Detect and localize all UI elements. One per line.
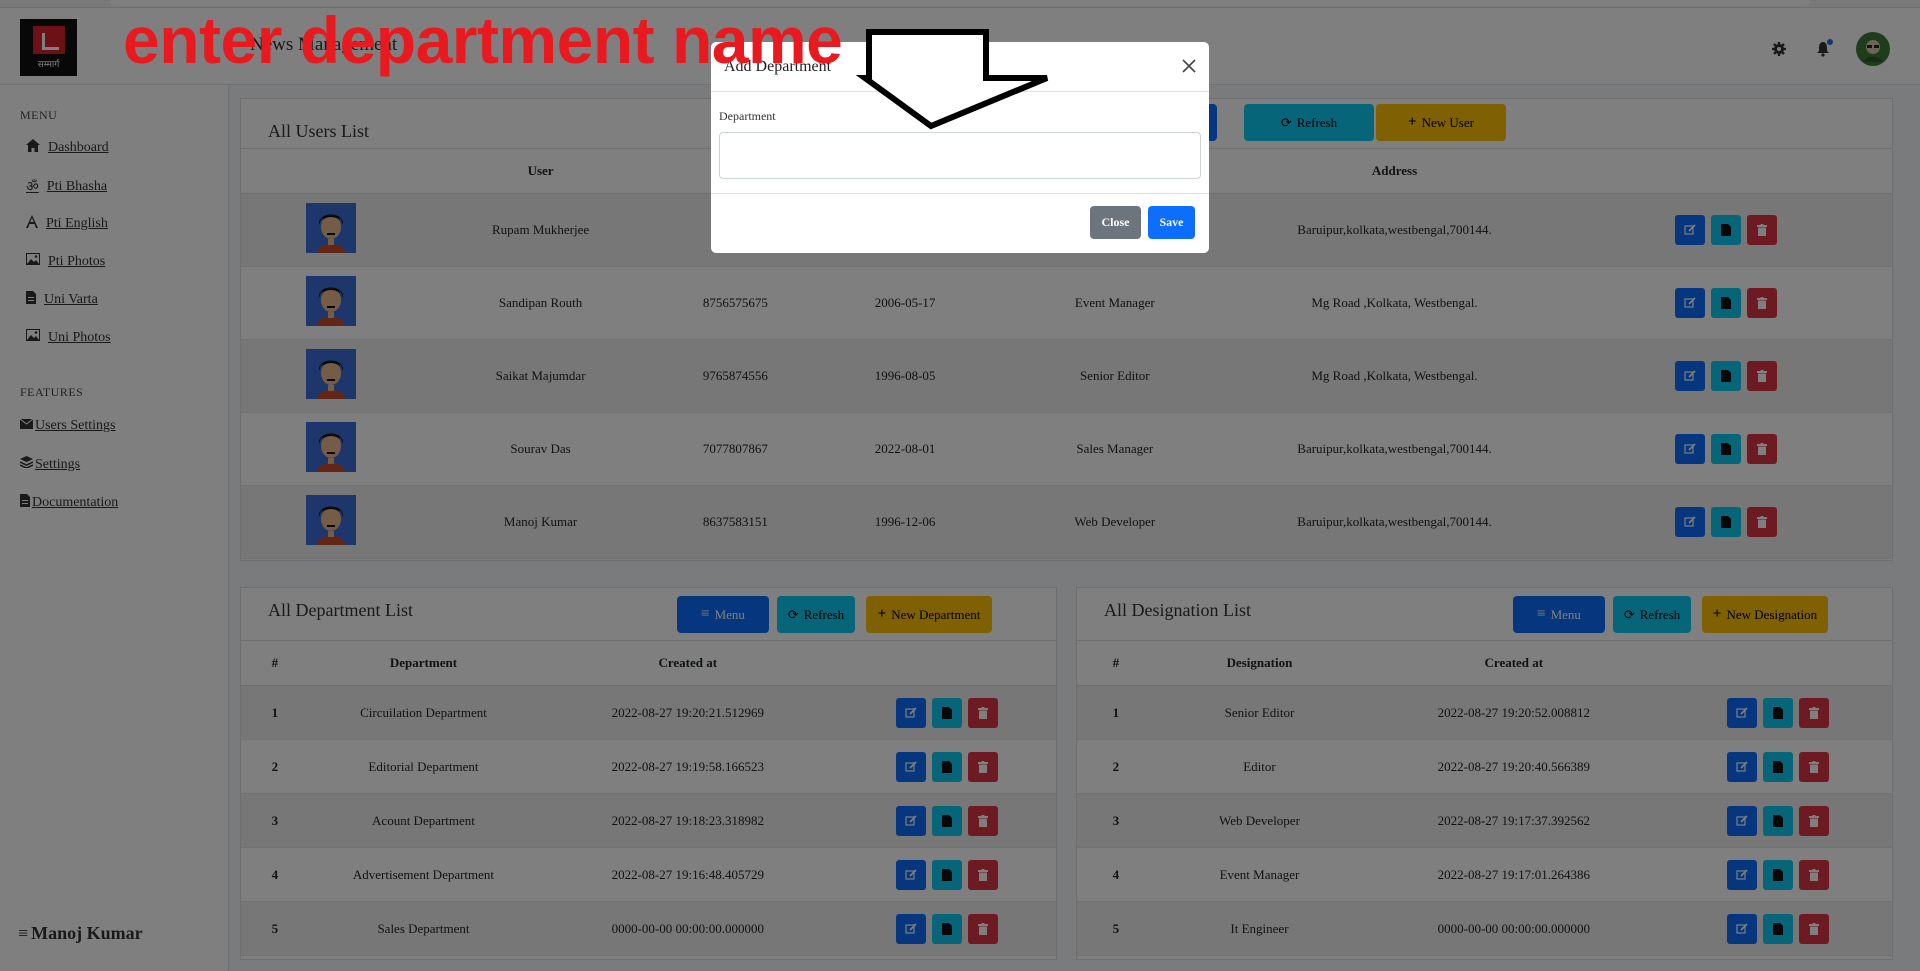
department-input[interactable] — [719, 132, 1201, 179]
department-field-label: Department — [719, 109, 776, 123]
annotation-arrow-icon — [855, 29, 1049, 130]
close-button[interactable]: Close — [1090, 206, 1141, 239]
close-icon[interactable] — [1179, 56, 1199, 76]
save-button[interactable]: Save — [1148, 206, 1195, 239]
modal-divider — [711, 193, 1209, 194]
annotation-text: enter department name — [123, 3, 843, 77]
